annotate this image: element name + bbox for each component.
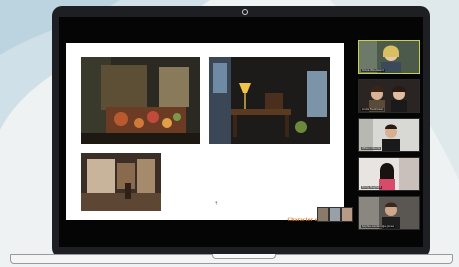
participant-name: Olivia Woodward [361, 69, 385, 72]
mouse-cursor-icon: ⇡ [214, 201, 219, 207]
laptop-notch [212, 254, 276, 259]
participant-name: Sophie Cambridge-Jones [361, 225, 395, 228]
self-view-thumbnail[interactable] [341, 207, 353, 222]
participant-tile[interactable]: Wilson Woods [358, 118, 420, 152]
self-view-thumbnail[interactable] [329, 207, 341, 222]
shared-slide: Character of Place 2 ⇡ [66, 43, 344, 223]
self-view-strip[interactable] [317, 207, 353, 222]
participant-name: Linda Fredriksen [361, 108, 385, 111]
participant-tile[interactable]: Olivia Woodward [358, 40, 420, 74]
video-call-screen: Character of Place 2 ⇡ Olivia Woodward L… [59, 17, 423, 247]
participant-tile[interactable]: Linda Fredriksen [358, 79, 420, 113]
webcam-icon [242, 9, 248, 15]
slide-photo-stage-set [81, 153, 161, 211]
participant-name: Emily Mayfield [361, 186, 382, 189]
slide-photo-garden-room [81, 57, 200, 144]
self-view-thumbnail[interactable] [317, 207, 329, 222]
participant-name: Wilson Woods [361, 147, 381, 150]
participant-gallery: Olivia Woodward Linda Fredriksen Wilson … [356, 40, 420, 245]
participant-tile[interactable]: Emily Mayfield [358, 157, 420, 191]
slide-photo-lamp-room [209, 57, 330, 144]
participant-tile[interactable]: Sophie Cambridge-Jones [358, 196, 420, 230]
